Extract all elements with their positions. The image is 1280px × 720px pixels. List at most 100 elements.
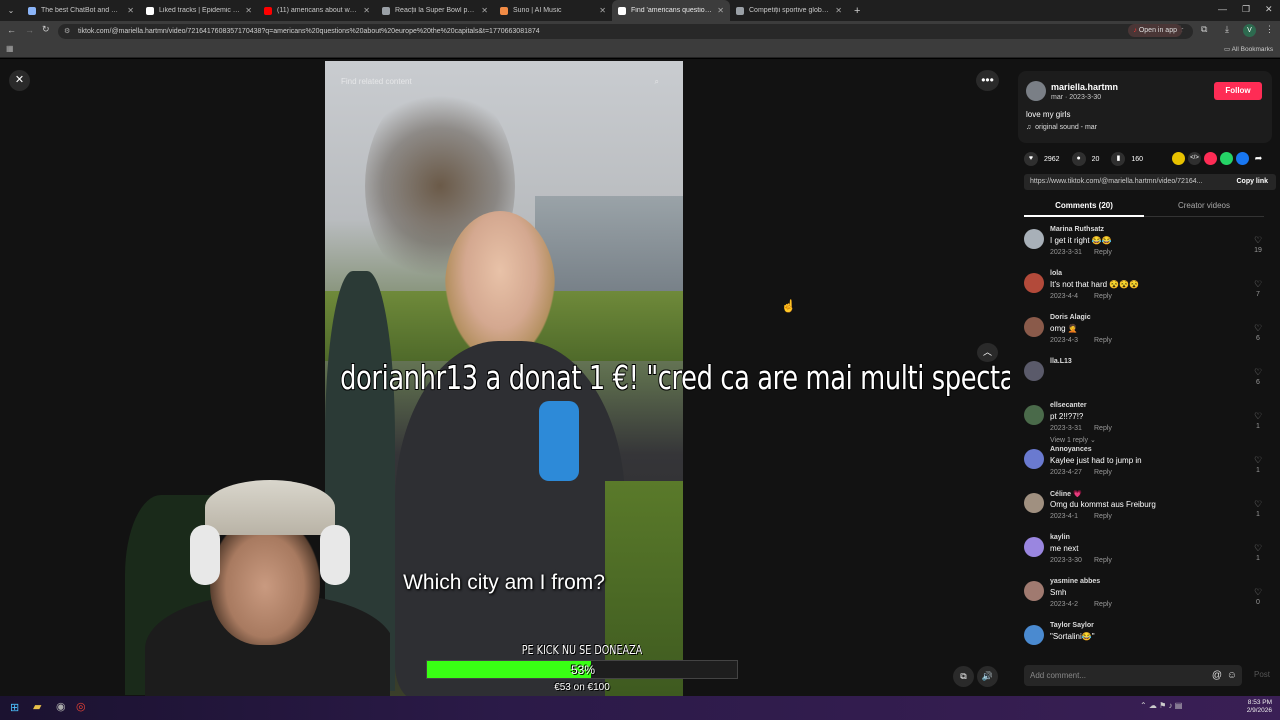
comment-username[interactable]: Doris Alagic [1050, 314, 1091, 321]
restore-icon[interactable]: ❐ [1242, 4, 1250, 15]
windows-start-icon[interactable]: ⊞ [10, 701, 19, 714]
download-icon[interactable]: ⤓ [1225, 24, 1229, 35]
browser-tab[interactable]: Liked tracks | Epidemic Sound ✕ [140, 0, 258, 21]
comment-avatar[interactable] [1024, 581, 1044, 601]
comment-avatar[interactable] [1024, 361, 1044, 381]
comment-username[interactable]: lola [1050, 270, 1062, 277]
browser-menu-icon[interactable]: ⋮ [1265, 24, 1274, 35]
whatsapp-icon[interactable] [1220, 152, 1233, 165]
author-name[interactable]: mariella.hartmn [1051, 82, 1118, 92]
close-video-button[interactable]: ✕ [9, 70, 30, 91]
tab-close-icon[interactable]: ✕ [245, 6, 252, 15]
browser-tab[interactable]: Competiții sportive globale ✕ [730, 0, 848, 21]
comment-avatar[interactable] [1024, 449, 1044, 469]
forward-icon[interactable]: → [25, 25, 34, 35]
profile-avatar[interactable]: V [1243, 24, 1256, 37]
system-tray-icons[interactable]: ⌃ ☁ ⚑ ♪ ▤ [1140, 701, 1182, 710]
comment-like-icon[interactable]: ♡ [1252, 587, 1264, 598]
volume-button[interactable]: 🔊 [977, 666, 998, 687]
comment-reply-button[interactable]: Reply [1094, 293, 1112, 300]
comment-like-icon[interactable]: ♡ [1252, 499, 1264, 510]
bookmark-icon[interactable]: ▮ [1111, 152, 1126, 166]
share-arrow-icon[interactable]: ➦ [1252, 152, 1265, 165]
all-bookmarks[interactable]: ▭ All Bookmarks [1224, 45, 1273, 53]
comment-icon[interactable]: ● [1071, 152, 1086, 166]
tab-close-icon[interactable]: ✕ [363, 6, 370, 15]
comment-avatar[interactable] [1024, 317, 1044, 337]
new-tab-button[interactable]: + [854, 5, 860, 17]
sound-link[interactable]: ♫ original sound - mar [1026, 124, 1097, 131]
follow-button[interactable]: Follow [1214, 82, 1262, 100]
comment-avatar[interactable] [1024, 493, 1044, 513]
comment-username[interactable]: Marina Ruthsatz [1050, 226, 1104, 233]
post-comment-button[interactable]: Post [1254, 670, 1270, 679]
browser-tab[interactable]: (11) americans about world cu ✕ [258, 0, 376, 21]
open-in-app-button[interactable]: ♪ Open in app [1128, 24, 1182, 37]
comment-avatar[interactable] [1024, 625, 1044, 645]
embed-icon[interactable]: </> [1188, 152, 1201, 165]
comment-like-icon[interactable]: ♡ [1252, 411, 1264, 422]
comment-username[interactable]: yasmine abbes [1050, 578, 1100, 585]
comment-like-icon[interactable]: ♡ [1252, 367, 1264, 378]
emoji-icon[interactable]: ☺ [1227, 665, 1237, 686]
comment-like-icon[interactable]: ♡ [1252, 543, 1264, 554]
share-friends-icon[interactable] [1172, 152, 1185, 165]
reload-icon[interactable]: ↻ [42, 24, 50, 35]
comment-like-icon[interactable]: ♡ [1252, 323, 1264, 334]
view-replies-button[interactable]: View 1 reply ⌄ [1050, 436, 1096, 444]
comment-avatar[interactable] [1024, 273, 1044, 293]
minimize-icon[interactable]: — [1218, 4, 1227, 14]
obs-icon[interactable]: ◉ [56, 700, 66, 713]
author-avatar[interactable] [1026, 81, 1046, 101]
tab-close-icon[interactable]: ✕ [835, 6, 842, 15]
back-icon[interactable]: ← [7, 25, 16, 35]
comment-username[interactable]: ellsecanter [1050, 402, 1087, 409]
file-explorer-icon[interactable]: ▰ [33, 700, 41, 713]
comment-reply-button[interactable]: Reply [1094, 469, 1112, 476]
extensions-icon[interactable]: ⧉ [1201, 24, 1207, 35]
comment-avatar[interactable] [1024, 405, 1044, 425]
mention-icon[interactable]: @ [1212, 665, 1222, 686]
search-icon[interactable]: ⌕ [655, 73, 659, 91]
tab-close-icon[interactable]: ✕ [481, 6, 488, 15]
browser-tab[interactable]: Suno | AI Music ✕ [494, 0, 612, 21]
chrome-icon[interactable]: ◎ [76, 700, 86, 713]
close-window-icon[interactable]: ✕ [1265, 4, 1273, 15]
video-link-field[interactable]: https://www.tiktok.com/@mariella.hartmn/… [1024, 174, 1276, 190]
comment-username[interactable]: Annoyances [1050, 446, 1092, 453]
comment-reply-button[interactable]: Reply [1094, 425, 1112, 432]
tab-search-icon[interactable]: ⌄ [0, 6, 22, 15]
tab-comments[interactable]: Comments (20) [1024, 201, 1144, 217]
tab-close-icon[interactable]: ✕ [717, 6, 724, 15]
comment-reply-button[interactable]: Reply [1094, 557, 1112, 564]
comment-like-icon[interactable]: ♡ [1252, 455, 1264, 466]
browser-tab[interactable]: Reacții la Super Bowl pe Kick ✕ [376, 0, 494, 21]
url-field[interactable]: ⚙ tiktok.com/@mariella.hartmn/video/7216… [58, 24, 1193, 39]
send-icon[interactable] [1204, 152, 1217, 165]
add-comment-input[interactable]: Add comment... @ ☺ [1024, 665, 1242, 686]
comment-username[interactable]: Taylor Saylor [1050, 622, 1094, 629]
comment-like-icon[interactable]: ♡ [1252, 235, 1264, 246]
comment-reply-button[interactable]: Reply [1094, 337, 1112, 344]
browser-tab[interactable]: Find 'americans questions abo ✕ [612, 0, 730, 21]
comment-username[interactable]: lla.L13 [1050, 358, 1072, 365]
comment-avatar[interactable] [1024, 229, 1044, 249]
related-search-input[interactable]: Find related content ⌕ [333, 73, 673, 91]
comment-reply-button[interactable]: Reply [1094, 601, 1112, 608]
site-info-icon[interactable]: ⚙ [64, 24, 70, 39]
comment-reply-button[interactable]: Reply [1094, 513, 1112, 520]
tab-creator-videos[interactable]: Creator videos [1144, 201, 1264, 217]
browser-tab[interactable]: The best ChatBot and Widgets ✕ [22, 0, 140, 21]
like-icon[interactable]: ♥ [1024, 152, 1038, 166]
comment-username[interactable]: Céline 💗 [1050, 490, 1082, 498]
tab-close-icon[interactable]: ✕ [127, 6, 134, 15]
comment-avatar[interactable] [1024, 537, 1044, 557]
tab-close-icon[interactable]: ✕ [599, 6, 606, 15]
comment-username[interactable]: kaylin [1050, 534, 1070, 541]
comment-reply-button[interactable]: Reply [1094, 249, 1112, 256]
comment-like-icon[interactable]: ♡ [1252, 279, 1264, 290]
more-options-button[interactable]: ••• [976, 70, 999, 91]
taskbar-clock[interactable]: 8:53 PM 2/9/2026 [1236, 699, 1272, 715]
copy-link-button[interactable]: Copy link [1236, 174, 1268, 190]
facebook-icon[interactable] [1236, 152, 1249, 165]
